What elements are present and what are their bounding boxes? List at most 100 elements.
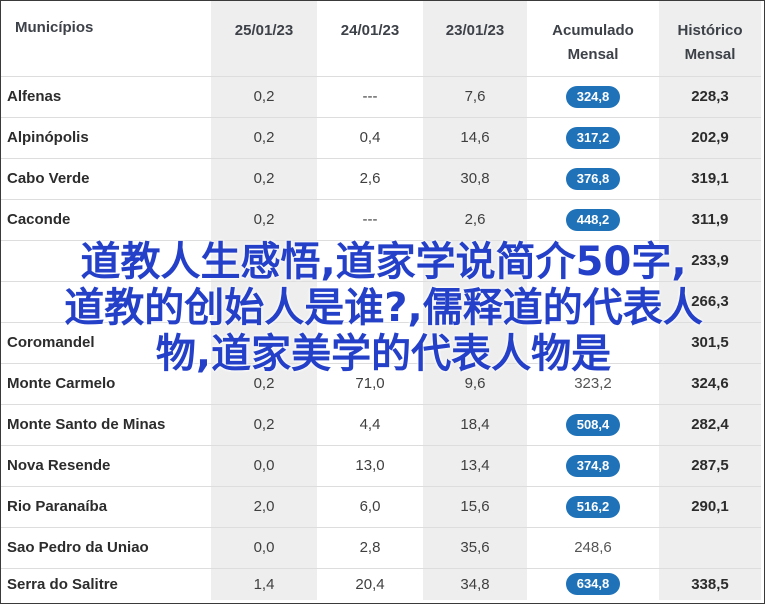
table-row: Serra do Salitre 1,4 20,4 34,8 634,8 338,5: [1, 567, 761, 600]
acumulado-cell: 317,2: [527, 116, 659, 158]
value-date-2: ---: [317, 198, 423, 240]
value-date-3: [423, 239, 527, 281]
acumulado-cell: 508,4: [527, 403, 659, 445]
historico-value: 338,5: [659, 567, 761, 600]
municipio-name[interactable]: Coromandel: [1, 321, 211, 363]
value-date-3: [423, 280, 527, 322]
municipio-name[interactable]: Monte Santo de Minas: [1, 403, 211, 445]
table-row: Cabo Verde 0,2 2,6 30,8 376,8 319,1: [1, 157, 761, 199]
historico-value: 290,1: [659, 485, 761, 527]
value-date-2: 0,4: [317, 116, 423, 158]
acumulado-cell: 323,2: [527, 362, 659, 404]
header-historico-line1: Histórico: [677, 22, 743, 39]
value-date-3: 34,8: [423, 567, 527, 600]
acumulado-badge: 516,2: [566, 495, 620, 518]
value-date-1: 0,0: [211, 526, 317, 568]
table-row: Alfenas 0,2 --- 7,6 324,8 228,3: [1, 75, 761, 117]
municipio-name[interactable]: Alfenas: [1, 75, 211, 117]
value-date-1: 0,2: [211, 198, 317, 240]
header-date-1[interactable]: 25/01/23: [211, 1, 317, 76]
value-date-1: 0,2: [211, 157, 317, 199]
value-date-1: 2,0: [211, 485, 317, 527]
header-historico-line2: Mensal: [684, 46, 736, 63]
value-date-3: 2,6: [423, 198, 527, 240]
table-row: Monte Carmelo 0,2 71,0 9,6 323,2 324,6: [1, 362, 761, 404]
historico-value: 287,5: [659, 444, 761, 486]
value-date-2: 20,4: [317, 567, 423, 600]
acumulado-cell: 374,8: [527, 444, 659, 486]
value-date-1: [211, 239, 317, 281]
acumulado-cell: 248,6: [527, 526, 659, 568]
value-date-2: 6,0: [317, 485, 423, 527]
table-row: Alpinópolis 0,2 0,4 14,6 317,2 202,9: [1, 116, 761, 158]
municipio-name[interactable]: Caconde: [1, 198, 211, 240]
table-body: Alfenas 0,2 --- 7,6 324,8 228,3 Alpinópolis 0,2…: [1, 75, 761, 600]
value-date-3: 15,6: [423, 485, 527, 527]
historico-value: [659, 526, 761, 568]
value-date-1: [211, 321, 317, 363]
value-date-1: 0,2: [211, 362, 317, 404]
rainfall-table: Municípios 25/01/23 24/01/23 23/01/23 Ac…: [1, 1, 761, 600]
value-date-3: 14,6: [423, 116, 527, 158]
value-date-2: [317, 321, 423, 363]
value-date-3: 13,4: [423, 444, 527, 486]
historico-value: 266,3: [659, 280, 761, 322]
acumulado-badge: 317,2: [566, 126, 620, 149]
table-row: Coromandel 301,5: [1, 321, 761, 363]
value-date-2: 71,0: [317, 362, 423, 404]
acumulado-badge: 324,8: [566, 85, 620, 108]
municipio-name[interactable]: Cabo Verde: [1, 157, 211, 199]
header-date-2[interactable]: 24/01/23: [317, 1, 423, 76]
value-date-1: 0,2: [211, 75, 317, 117]
acumulado-value: 323,2: [574, 375, 612, 392]
municipio-name[interactable]: Sao Pedro da Uniao: [1, 526, 211, 568]
value-date-2: 4,4: [317, 403, 423, 445]
historico-value: 324,6: [659, 362, 761, 404]
acumulado-cell: 324,8: [527, 75, 659, 117]
historico-value: 319,1: [659, 157, 761, 199]
value-date-1: 0,2: [211, 403, 317, 445]
municipio-name[interactable]: [1, 239, 211, 281]
value-date-2: [317, 239, 423, 281]
acumulado-cell: [527, 321, 659, 363]
value-date-3: 35,6: [423, 526, 527, 568]
value-date-2: 13,0: [317, 444, 423, 486]
value-date-2: [317, 280, 423, 322]
header-historico-mensal[interactable]: Histórico Mensal: [659, 1, 761, 76]
acumulado-badge: 508,4: [566, 413, 620, 436]
value-date-3: 7,6: [423, 75, 527, 117]
acumulado-badge: 374,8: [566, 454, 620, 477]
municipio-name[interactable]: Monte Carmelo: [1, 362, 211, 404]
acumulado-cell: 634,8: [527, 567, 659, 600]
acumulado-cell: 516,2: [527, 485, 659, 527]
table-row: Nova Resende 0,0 13,0 13,4 374,8 287,5: [1, 444, 761, 486]
historico-value: 311,9: [659, 198, 761, 240]
header-date-3[interactable]: 23/01/23: [423, 1, 527, 76]
value-date-1: 1,4: [211, 567, 317, 600]
historico-value: 301,5: [659, 321, 761, 363]
municipio-name[interactable]: Alpinópolis: [1, 116, 211, 158]
value-date-2: 2,8: [317, 526, 423, 568]
municipio-name[interactable]: Serra do Salitre: [1, 567, 211, 600]
value-date-2: ---: [317, 75, 423, 117]
value-date-1: 0,2: [211, 116, 317, 158]
municipio-name[interactable]: [1, 280, 211, 322]
historico-value: 233,9: [659, 239, 761, 281]
value-date-1: [211, 280, 317, 322]
table-row: Sao Pedro da Uniao 0,0 2,8 35,6 248,6: [1, 526, 761, 568]
acumulado-cell: [527, 239, 659, 281]
value-date-1: 0,0: [211, 444, 317, 486]
header-municipios[interactable]: Municípios: [1, 1, 211, 76]
header-acumulado-line2: Mensal: [567, 46, 619, 63]
municipio-name[interactable]: Rio Paranaíba: [1, 485, 211, 527]
acumulado-badge: 448,2: [566, 208, 620, 231]
value-date-3: 18,4: [423, 403, 527, 445]
municipio-name[interactable]: Nova Resende: [1, 444, 211, 486]
value-date-3: 30,8: [423, 157, 527, 199]
acumulado-badge: 634,8: [566, 573, 620, 596]
value-date-3: 9,6: [423, 362, 527, 404]
acumulado-cell: [527, 280, 659, 322]
table-row: Caconde 0,2 --- 2,6 448,2 311,9: [1, 198, 761, 240]
header-acumulado-mensal[interactable]: Acumulado Mensal: [527, 1, 659, 76]
acumulado-badge: 376,8: [566, 167, 620, 190]
